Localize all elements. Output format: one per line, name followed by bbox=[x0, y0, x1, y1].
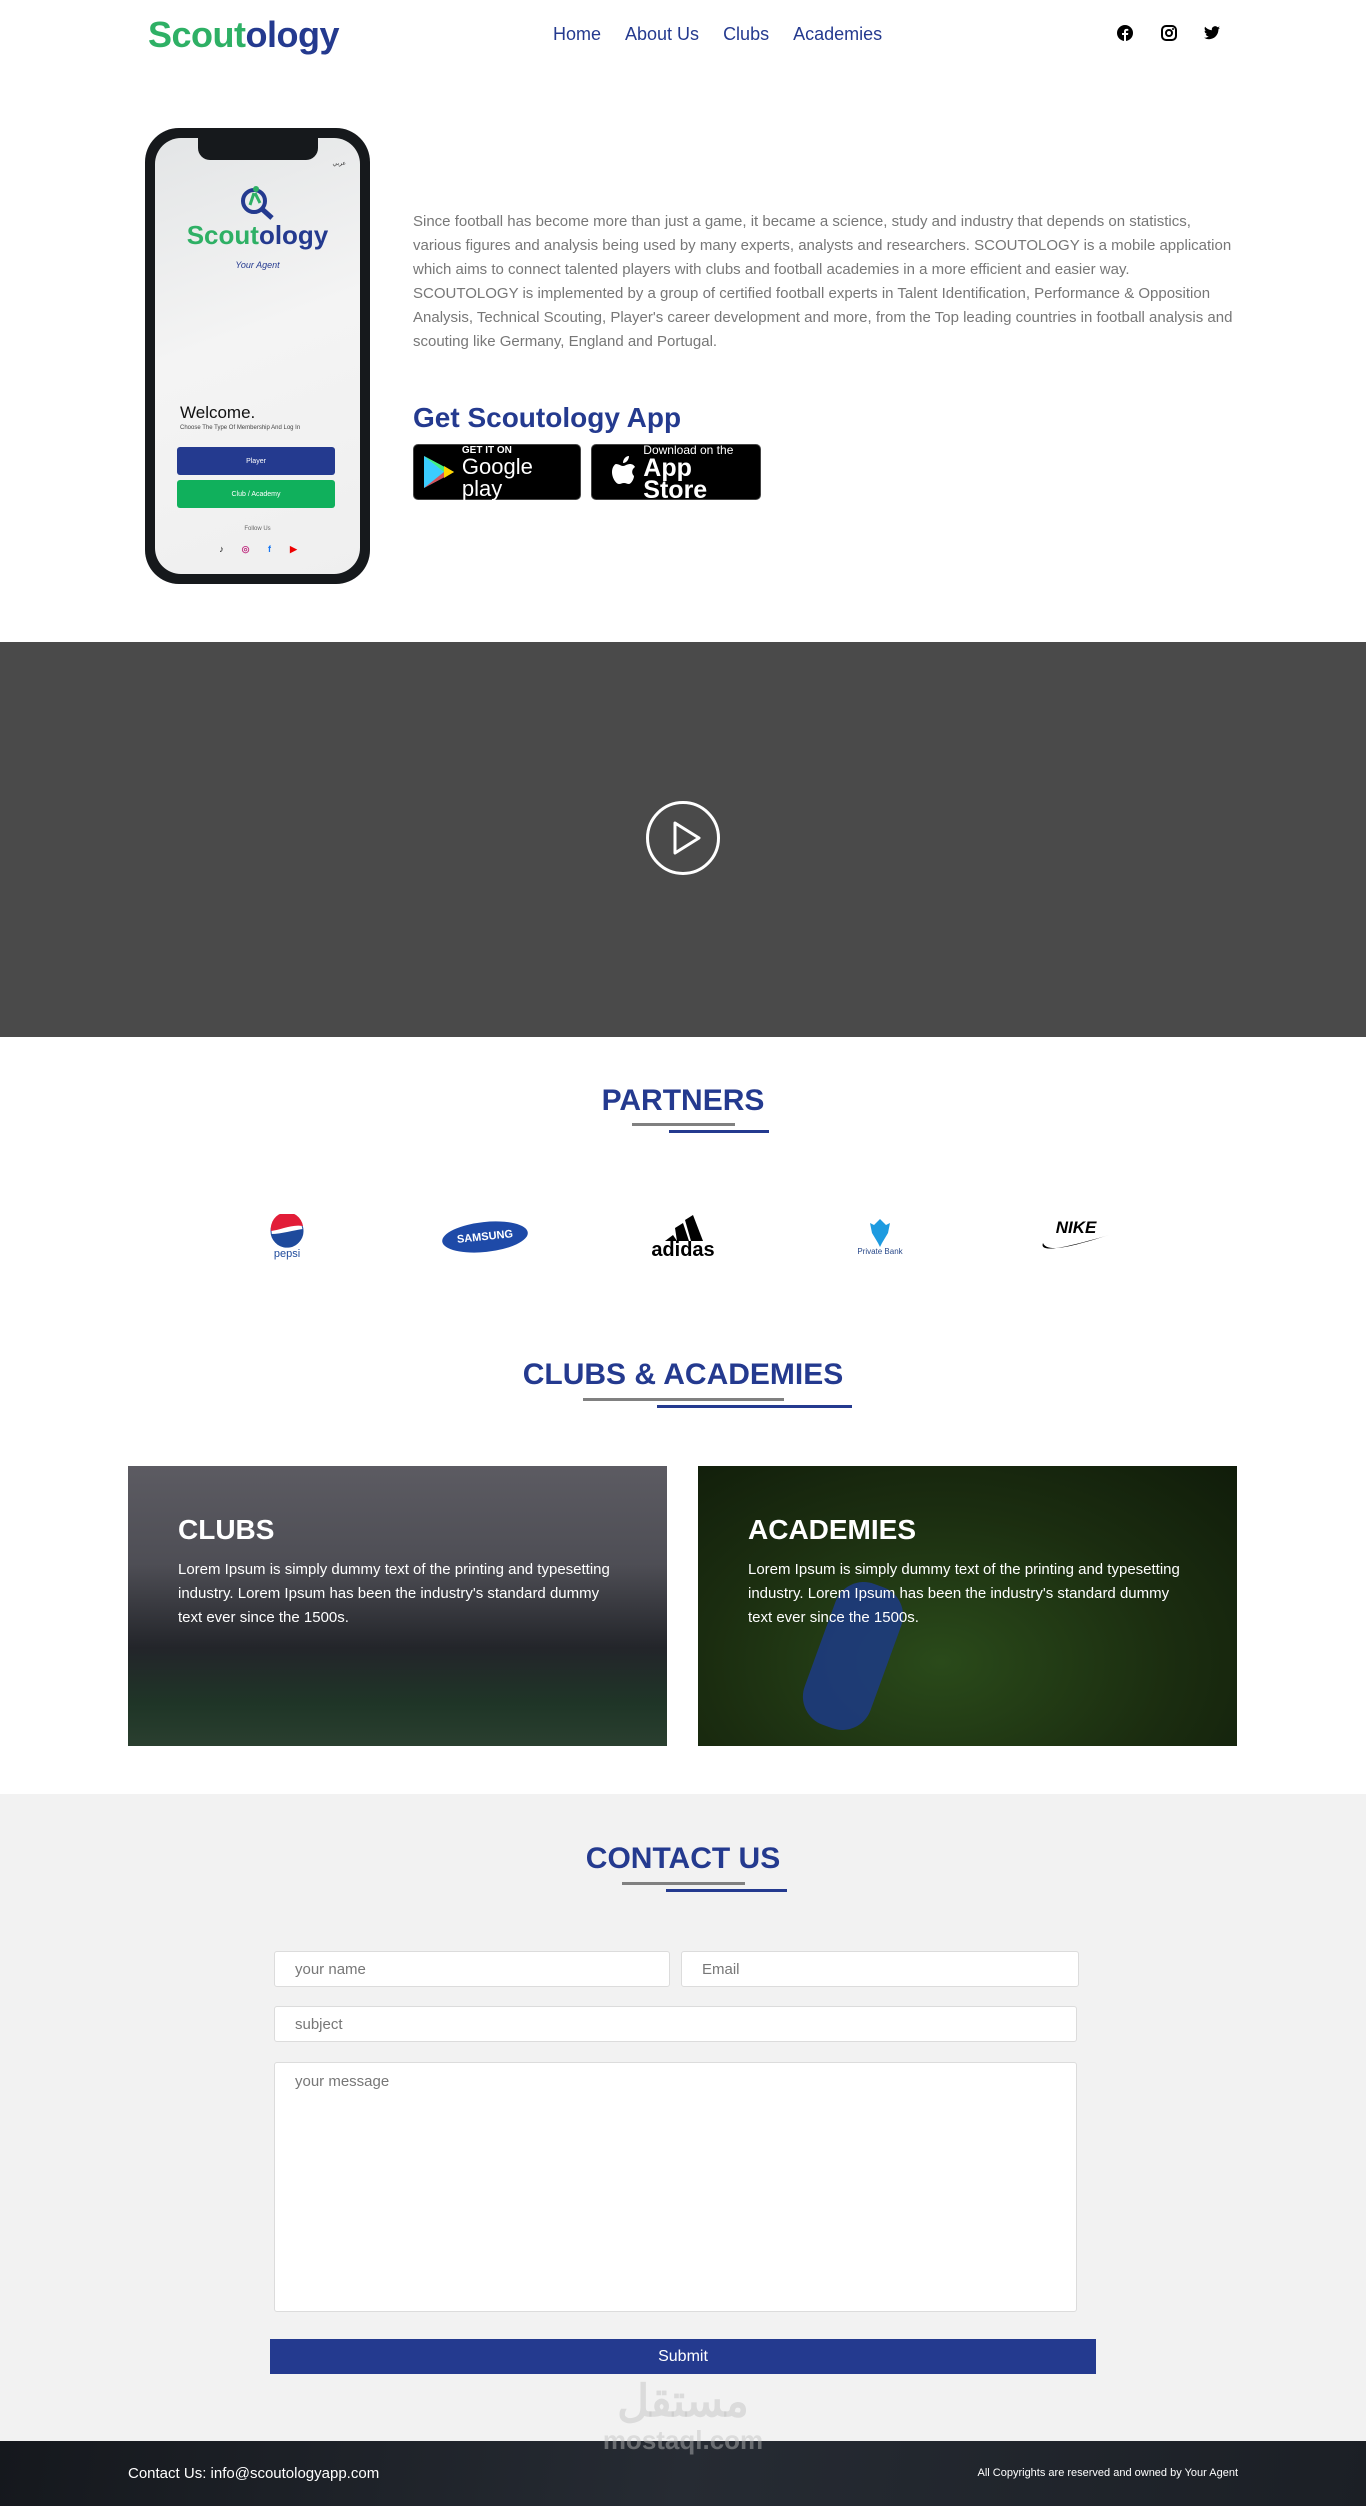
academies-card-title: ACADEMIES bbox=[748, 1514, 917, 1545]
footer-contact[interactable]: Contact Us: info@scoutologyapp.com bbox=[128, 2465, 379, 2482]
clubs-card-title: CLUBS bbox=[178, 1514, 275, 1545]
phone-mockup: عربي Scoutology Your Agent Welcome. Choo… bbox=[145, 128, 370, 584]
google-play-icon bbox=[424, 456, 454, 488]
academies-card[interactable]: ACADEMIES Lorem Ipsum is simply dummy te… bbox=[698, 1466, 1237, 1746]
follow-us-label: Follow Us bbox=[244, 526, 271, 532]
membership-subtitle: Choose The Type Of Membership And Log In bbox=[180, 425, 301, 431]
title-underline bbox=[632, 1123, 735, 1126]
google-play-badge[interactable]: GET IT ON Google play bbox=[413, 444, 581, 500]
app-tagline: Your Agent bbox=[235, 260, 280, 270]
nav-home[interactable]: Home bbox=[553, 24, 601, 45]
get-app-title: Get Scoutology App bbox=[413, 402, 682, 433]
partner-logo-nike: NIKE bbox=[1040, 1212, 1112, 1262]
language-label: عربي bbox=[332, 161, 346, 167]
academies-card-text: Lorem Ipsum is simply dummy text of the … bbox=[748, 1561, 1180, 1626]
watermark: مستقل mostaql.com bbox=[602, 2377, 764, 2455]
contact-title: CONTACT US bbox=[585, 1842, 781, 1875]
title-underline-accent bbox=[666, 1889, 787, 1892]
submit-button[interactable]: Submit bbox=[270, 2339, 1096, 2374]
club-academy-button: Club / Academy bbox=[177, 480, 335, 508]
phone-social-icons: ♪ ◎ f ▶ bbox=[155, 540, 360, 558]
main-nav: Home About Us Clubs Academies bbox=[553, 24, 882, 45]
app-logo: Scoutology bbox=[186, 220, 329, 250]
phone-notch bbox=[197, 138, 318, 160]
instagram-icon: ◎ bbox=[241, 543, 250, 554]
welcome-text: Welcome. bbox=[180, 403, 256, 422]
app-store-badge[interactable]: Download on the App Store bbox=[591, 443, 761, 503]
title-underline-accent bbox=[657, 1405, 852, 1408]
nav-clubs[interactable]: Clubs bbox=[723, 24, 769, 45]
nav-about-us[interactable]: About Us bbox=[625, 24, 699, 45]
subject-input[interactable]: subject bbox=[274, 2006, 1077, 2042]
play-icon[interactable] bbox=[646, 801, 720, 875]
about-text: Since football has become more than just… bbox=[413, 213, 1233, 350]
clubs-card[interactable]: CLUBS Lorem Ipsum is simply dummy text o… bbox=[128, 1466, 667, 1746]
title-underline bbox=[622, 1882, 745, 1885]
partner-logo-adidas: adidas bbox=[640, 1212, 726, 1262]
tiktok-icon: ♪ bbox=[219, 544, 224, 554]
player-button: Player bbox=[177, 447, 335, 475]
partner-logo-samsung: SAMSUNG bbox=[440, 1212, 530, 1262]
email-input[interactable]: Email bbox=[681, 1951, 1079, 1987]
youtube-icon: ▶ bbox=[290, 543, 297, 554]
name-input[interactable]: your name bbox=[274, 1951, 670, 1987]
instagram-icon[interactable] bbox=[1160, 24, 1178, 42]
partner-logo-private-bank: Private Bank bbox=[850, 1212, 910, 1262]
facebook-icon[interactable] bbox=[1116, 24, 1134, 42]
clubs-card-text: Lorem Ipsum is simply dummy text of the … bbox=[178, 1561, 610, 1626]
site-logo[interactable]: Scoutology bbox=[148, 14, 340, 56]
message-textarea[interactable]: your message bbox=[274, 2062, 1077, 2312]
footer-copyright: All Copyrights are reserved and owned by… bbox=[977, 2467, 1239, 2479]
nav-academies[interactable]: Academies bbox=[793, 24, 882, 45]
partner-logo-pepsi: pepsi bbox=[257, 1212, 317, 1262]
title-underline bbox=[583, 1398, 784, 1401]
partners-title: PARTNERS bbox=[601, 1084, 765, 1117]
title-underline-accent bbox=[669, 1130, 769, 1133]
facebook-icon: f bbox=[268, 544, 271, 554]
clubs-academies-title: CLUBS & ACADEMIES bbox=[522, 1358, 844, 1391]
twitter-icon[interactable] bbox=[1203, 24, 1221, 42]
apple-icon bbox=[612, 456, 635, 484]
